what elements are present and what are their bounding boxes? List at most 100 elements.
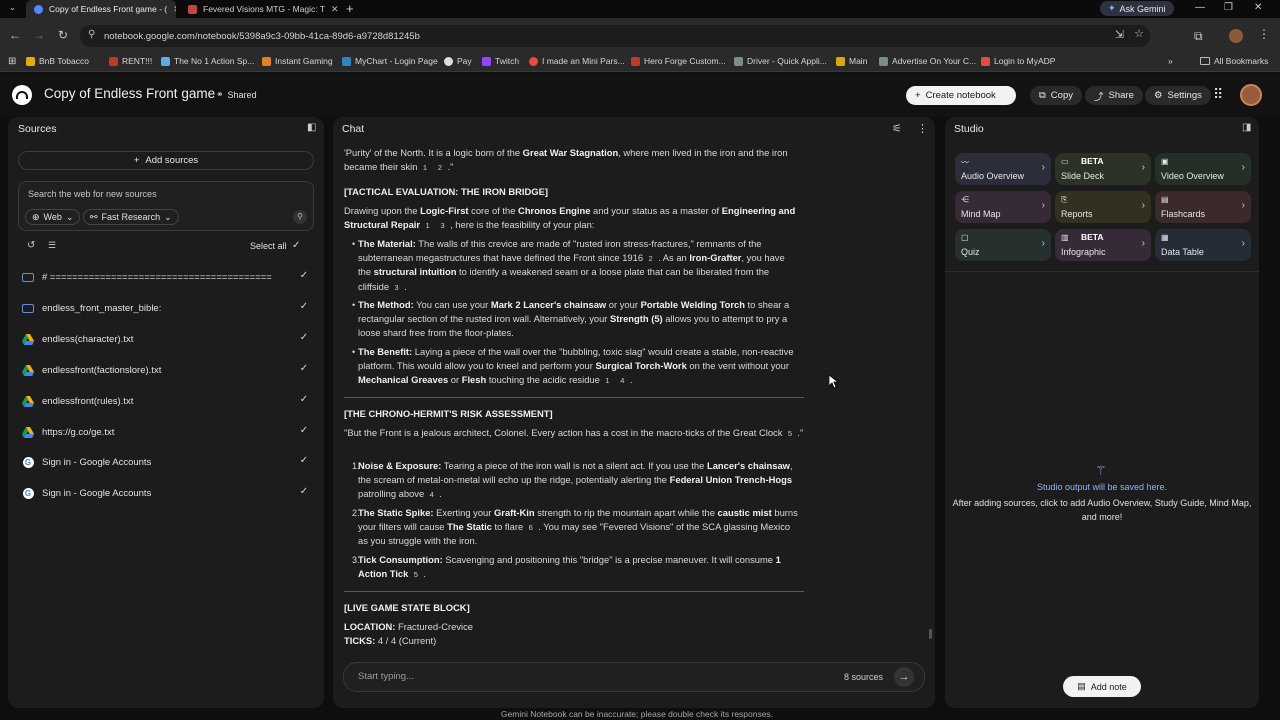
bookmark-star-icon[interactable]: ☆ (1134, 27, 1144, 40)
source-checkbox[interactable]: ✓ (298, 425, 310, 437)
extensions-icon[interactable]: ⧉ (1194, 29, 1203, 44)
citation-3[interactable]: 3 (391, 282, 402, 293)
source-item[interactable]: endless_front_master_bible: ✓ (22, 296, 314, 320)
citation-2[interactable]: 2 (434, 162, 445, 173)
source-checkbox[interactable]: ✓ (298, 332, 310, 344)
fast-research-dropdown[interactable]: ⚯ Fast Research ⌄ (83, 209, 179, 225)
bookmark-hero-forge[interactable]: Hero Forge Custom... (631, 56, 726, 66)
scrollbar-thumb[interactable] (929, 629, 932, 639)
app-header: Copy of Endless Front game ⚭ Shared + Cre… (0, 73, 1280, 117)
citation-4[interactable]: 4 (617, 375, 628, 386)
source-item[interactable]: G Sign in - Google Accounts ✓ (22, 481, 314, 505)
sort-icon[interactable]: ☰ (48, 240, 56, 251)
citation-1[interactable]: 1 (419, 162, 430, 173)
source-item[interactable]: G Sign in - Google Accounts ✓ (22, 450, 314, 474)
tune-icon[interactable]: ⚟ (892, 122, 902, 135)
source-checkbox[interactable]: ✓ (298, 270, 310, 282)
select-all-checkbox[interactable]: ✓ (292, 240, 300, 251)
bookmark-instant-gaming[interactable]: Instant Gaming (262, 56, 333, 66)
ask-gemini-button[interactable]: ✦ Ask Gemini (1100, 1, 1174, 16)
more-vert-icon[interactable]: ⋮ (917, 122, 928, 135)
studio-card-data-table[interactable]: ▦ Data Table › (1155, 229, 1251, 261)
source-checkbox[interactable]: ✓ (298, 394, 310, 406)
studio-card-mind-map[interactable]: ⋲ Mind Map › (955, 191, 1051, 223)
browser-menu-icon[interactable]: ⋮ (1258, 27, 1270, 41)
collapse-panel-icon[interactable]: ◧ (307, 122, 316, 133)
chevron-right-icon[interactable]: » (1168, 56, 1173, 66)
citation-4[interactable]: 4 (426, 489, 437, 500)
source-checkbox[interactable]: ✓ (298, 486, 310, 498)
studio-card-slide-deck[interactable]: ▭ BETA Slide Deck › (1055, 153, 1151, 185)
search-input[interactable]: Search the web for new sources (28, 189, 157, 199)
source-checkbox[interactable]: ✓ (298, 455, 310, 467)
profile-avatar[interactable] (1229, 29, 1243, 43)
source-checkbox[interactable]: ✓ (298, 363, 310, 375)
collapse-panel-icon[interactable]: ◨ (1242, 122, 1251, 133)
apps-icon[interactable]: ⊞ (8, 56, 16, 67)
studio-card-audio-overview[interactable]: 〰 Audio Overview › (955, 153, 1051, 185)
bookmark-advertise[interactable]: Advertise On Your C... (879, 56, 976, 66)
back-icon[interactable]: ← (8, 28, 22, 42)
source-item[interactable]: https://g.co/ge.txt ✓ (22, 420, 314, 444)
notebook-title[interactable]: Copy of Endless Front game (44, 86, 215, 101)
add-sources-button[interactable]: + Add sources (18, 151, 314, 170)
share-button[interactable]: ⤴ Share (1085, 86, 1143, 105)
bookmark-bnb-tobacco[interactable]: BnB Tobacco (26, 56, 89, 66)
apps-grid-icon[interactable]: ⠿ (1213, 86, 1223, 103)
close-icon[interactable]: ✕ (173, 4, 176, 15)
studio-card-flashcards[interactable]: ▤ Flashcards › (1155, 191, 1251, 223)
web-dropdown[interactable]: ⊕ Web ⌄ (25, 209, 81, 225)
bookmark-rent[interactable]: RENT!!! (109, 56, 152, 66)
studio-card-video-overview[interactable]: ▣ Video Overview › (1155, 153, 1251, 185)
account-avatar[interactable] (1240, 84, 1262, 106)
address-bar[interactable]: ⚲ notebook.google.com/notebook/5398a9c3-… (80, 25, 1150, 47)
shared-badge[interactable]: ⚭ Shared (216, 89, 257, 100)
bookmark-adp[interactable]: Login to MyADP (981, 56, 1055, 66)
close-window-icon[interactable]: ✕ (1254, 2, 1262, 13)
source-item[interactable]: # ======================================… (22, 265, 314, 289)
bookmark-no1-action[interactable]: The No 1 Action Sp... (161, 56, 254, 66)
bookmark-main[interactable]: Main (836, 56, 867, 66)
all-bookmarks[interactable]: All Bookmarks (1200, 56, 1268, 66)
create-notebook-button[interactable]: + Create notebook (906, 86, 1016, 105)
minimize-icon[interactable]: — (1195, 2, 1205, 13)
studio-card-infographic[interactable]: ▥ BETA Infographic › (1055, 229, 1151, 261)
bookmark-mini-pars[interactable]: I made an Mini Pars... (529, 56, 625, 66)
source-checkbox[interactable]: ✓ (298, 301, 310, 313)
source-item[interactable]: endless(character).txt ✓ (22, 327, 314, 351)
source-item[interactable]: endlessfront(rules).txt ✓ (22, 389, 314, 413)
citation-2[interactable]: 2 (645, 253, 656, 264)
tab-search-icon[interactable]: ⌄ (6, 3, 19, 15)
copy-label: Copy (1050, 90, 1073, 101)
bookmark-mychart[interactable]: MyChart - Login Page (342, 56, 438, 66)
studio-card-quiz[interactable]: ▢ Quiz › (955, 229, 1051, 261)
site-info-icon[interactable]: ⚲ (88, 29, 95, 40)
bookmark-driver[interactable]: Driver - Quick Appli... (734, 56, 827, 66)
bookmark-twitch[interactable]: Twitch (482, 56, 519, 66)
citation-5[interactable]: 5 (784, 428, 795, 439)
add-note-button[interactable]: ▤ Add note (1063, 676, 1141, 697)
source-item[interactable]: endlessfront(factionslore).txt ✓ (22, 358, 314, 382)
new-tab-button[interactable]: + (346, 1, 354, 16)
restore-icon[interactable]: ❐ (1224, 2, 1233, 13)
citation-6[interactable]: 6 (525, 522, 536, 533)
refresh-icon[interactable]: ↺ (27, 240, 35, 251)
search-submit-icon[interactable]: ⚲ (293, 210, 307, 224)
chat-input[interactable]: Start typing... 8 sources → (343, 662, 925, 692)
studio-card-reports[interactable]: ⎘ Reports › (1055, 191, 1151, 223)
close-icon[interactable]: ✕ (331, 4, 339, 15)
tab-fevered-visions[interactable]: Fevered Visions MTG - Magic: T ✕ (180, 0, 342, 18)
tab-notebook[interactable]: Copy of Endless Front game - ( ✕ (26, 0, 176, 18)
forward-icon[interactable]: → (32, 28, 46, 42)
bookmark-pay[interactable]: Pay (444, 56, 472, 66)
settings-button[interactable]: ⚙ Settings (1145, 86, 1211, 105)
citation-1[interactable]: 1 (602, 375, 613, 386)
reload-icon[interactable]: ↻ (56, 28, 70, 42)
send-button[interactable]: → (894, 667, 914, 687)
citation-5[interactable]: 5 (410, 569, 421, 580)
citation-1[interactable]: 1 (422, 220, 433, 231)
citation-3[interactable]: 3 (437, 220, 448, 231)
copy-button[interactable]: ⧉ Copy (1030, 86, 1082, 105)
install-icon[interactable]: ⇲ (1115, 28, 1124, 41)
notebooklm-logo-icon[interactable] (12, 85, 32, 105)
